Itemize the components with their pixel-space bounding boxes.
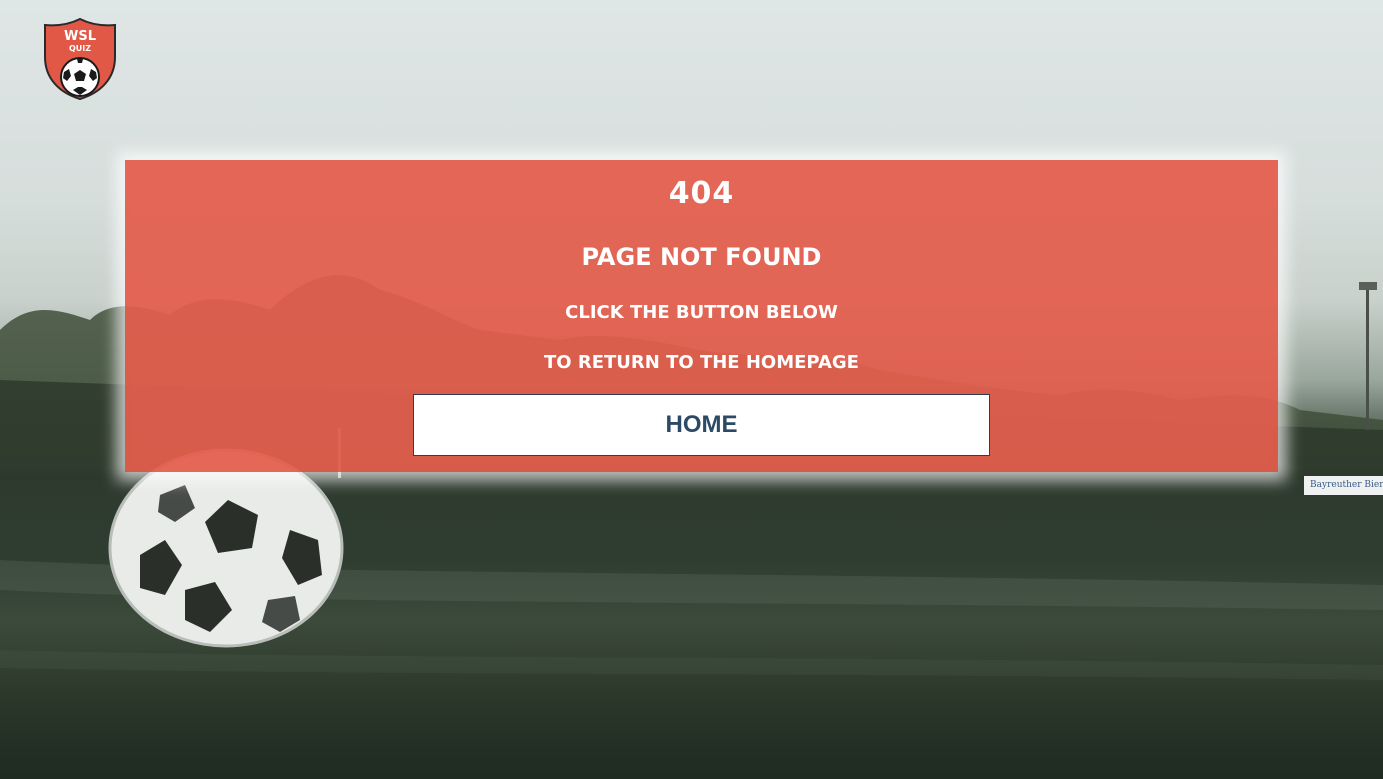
home-button[interactable]: HOME — [413, 394, 990, 456]
error-title: PAGE NOT FOUND — [581, 243, 822, 271]
stadium-sign: Bayreuther Bierbrauerei — [1304, 476, 1383, 495]
logo-quiz-text: QUIZ — [69, 44, 91, 53]
error-message-line1: CLICK THE BUTTON BELOW — [565, 302, 838, 323]
page: WSL QUIZ 404 PAGE NOT FOUND CLICK THE BU… — [0, 0, 1383, 779]
wsl-quiz-logo[interactable]: WSL QUIZ — [42, 17, 118, 101]
error-code: 404 — [668, 176, 735, 211]
error-message-line2: TO RETURN TO THE HOMEPAGE — [544, 352, 859, 373]
soccer-ball-icon — [60, 57, 100, 97]
shield-logo-icon: WSL QUIZ — [44, 17, 116, 101]
logo-wsl-text: WSL — [64, 29, 96, 44]
